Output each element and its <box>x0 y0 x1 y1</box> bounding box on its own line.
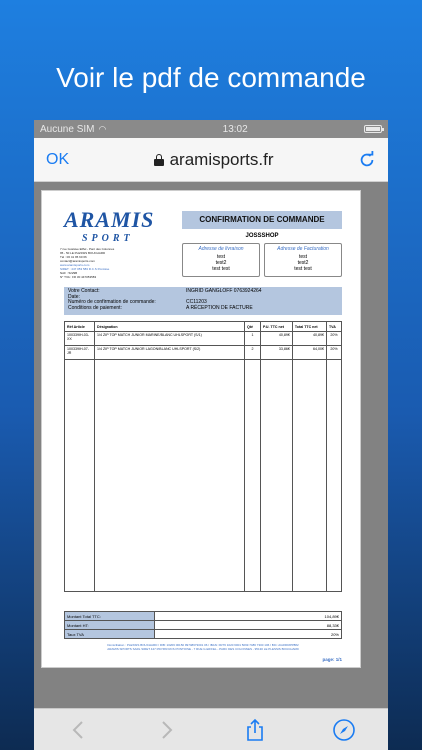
col-qty: Qté <box>244 321 261 332</box>
back-icon[interactable] <box>66 718 90 742</box>
compass-icon[interactable] <box>332 718 356 742</box>
col-ref: Réf Article <box>64 321 95 332</box>
headline: Voir le pdf de commande <box>56 62 366 93</box>
items-table: Réf Article Désignation Qté P.U. TTC net… <box>64 321 343 592</box>
total-ttc-row: Montant Total TTC: 104,89€ <box>64 611 342 621</box>
status-bar: Aucune SIM ◠ 13:02 <box>34 120 388 138</box>
table-row: 100339IH-07-JR 1/4 ZIP TOP MATCH JUNIOR … <box>64 345 343 360</box>
document-title: CONFIRMATION DE COMMANDE <box>182 211 342 229</box>
col-tva: TVA <box>325 321 343 332</box>
ok-button[interactable]: OK <box>46 151 69 169</box>
table-row: 100339IH-03-XX 1/4 ZIP TOP MATCH JUNIOR … <box>64 331 343 346</box>
lock-icon <box>153 153 164 166</box>
url-display[interactable]: aramisports.fr <box>153 149 274 170</box>
col-total: Total TTC net <box>291 321 327 332</box>
contact-block: Votre Contact: INGRID GANGLOFF 0763924264… <box>64 287 342 315</box>
phone-screen: Aucune SIM ◠ 13:02 OK aramisports.fr ARA… <box>34 120 388 750</box>
billing-address: Adresse de Facturation test test2 test t… <box>264 243 342 277</box>
col-pu: P.U. TTC net <box>260 321 293 332</box>
company-address: 7 rue Gustave Eiffel - Parc des Colonnes… <box>60 247 115 279</box>
pdf-page: ARAMIS SPORT 7 rue Gustave Eiffel - Parc… <box>41 190 361 668</box>
aramis-logo: ARAMIS SPORT <box>64 207 155 244</box>
battery-icon <box>364 125 384 133</box>
delivery-address: Adresse de livraison test test2 test tes… <box>182 243 260 277</box>
forward-icon[interactable] <box>155 718 179 742</box>
share-icon[interactable] <box>243 718 267 742</box>
reload-icon[interactable] <box>358 150 376 169</box>
pdf-viewer[interactable]: ARAMIS SPORT 7 rue Gustave Eiffel - Parc… <box>34 182 388 708</box>
carrier-label: Aucune SIM <box>40 123 95 135</box>
page-number: page: 1/1 <box>322 657 342 662</box>
wifi-icon: ◠ <box>98 123 107 134</box>
footer-legal: Domiciliation : PLESSIS BOUCHARD / RIB: … <box>107 643 299 651</box>
bottom-toolbar <box>34 708 388 750</box>
shop-name: JOSSSHOP <box>245 233 279 239</box>
clock: 13:02 <box>222 123 248 135</box>
col-designation: Désignation <box>94 321 245 332</box>
url-text: aramisports.fr <box>169 149 274 169</box>
totals-table: Montant Total TTC: 104,89€ Montant HT: 88,… <box>64 611 342 639</box>
tva-rate-row: Taux TVA 20% <box>64 629 342 639</box>
browser-navbar: OK aramisports.fr <box>34 138 388 182</box>
total-ht-row: Montant HT: 88,33€ <box>64 620 342 630</box>
